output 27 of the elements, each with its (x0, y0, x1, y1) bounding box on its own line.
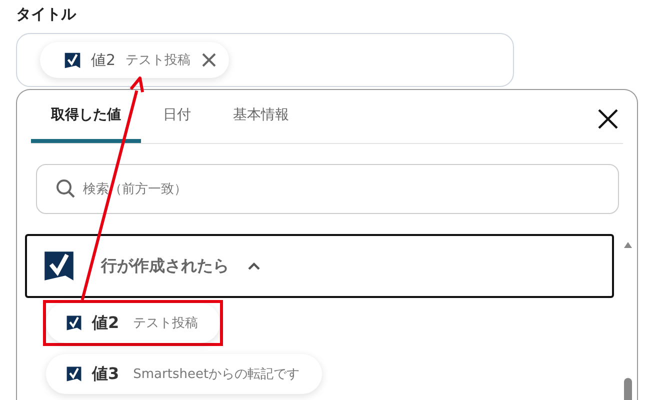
tab[interactable]: 基本情報 (213, 90, 309, 143)
search-icon (56, 179, 76, 199)
tab[interactable]: 取得した値 (31, 90, 141, 143)
title-field[interactable]: 値2 テスト投稿 (16, 33, 514, 87)
value-text: テスト投稿 (126, 52, 191, 69)
group-title: 行が作成されたら (101, 256, 229, 276)
scroll-up-icon[interactable] (624, 242, 632, 248)
checkbox-logo-icon (66, 315, 82, 331)
search-field[interactable]: 検索（前方一致） (36, 164, 619, 214)
value-name: 値3 (92, 364, 120, 384)
value-text: テスト投稿 (133, 315, 198, 332)
field-label: タイトル (15, 4, 78, 25)
checkbox-logo-icon (64, 52, 81, 68)
value-chip[interactable]: 値2 テスト投稿 (40, 42, 229, 78)
value-item[interactable]: 値2 テスト投稿 (46, 303, 220, 343)
checkbox-logo-icon (66, 366, 82, 382)
value-name: 値2 (92, 312, 120, 334)
value-name: 値2 (91, 50, 116, 70)
checkbox-logo-icon (43, 250, 75, 282)
value-text: Smartsheetからの転記です (133, 366, 300, 383)
chevron-up-icon[interactable] (247, 261, 261, 271)
close-icon[interactable] (597, 108, 619, 130)
group-header[interactable]: 行が作成されたら (25, 234, 614, 298)
value-item[interactable]: 値3 Smartsheetからの転記です (46, 354, 322, 394)
tab[interactable]: 日付 (143, 90, 211, 143)
remove-icon[interactable] (200, 52, 217, 68)
scrollbar-thumb[interactable] (624, 378, 632, 400)
